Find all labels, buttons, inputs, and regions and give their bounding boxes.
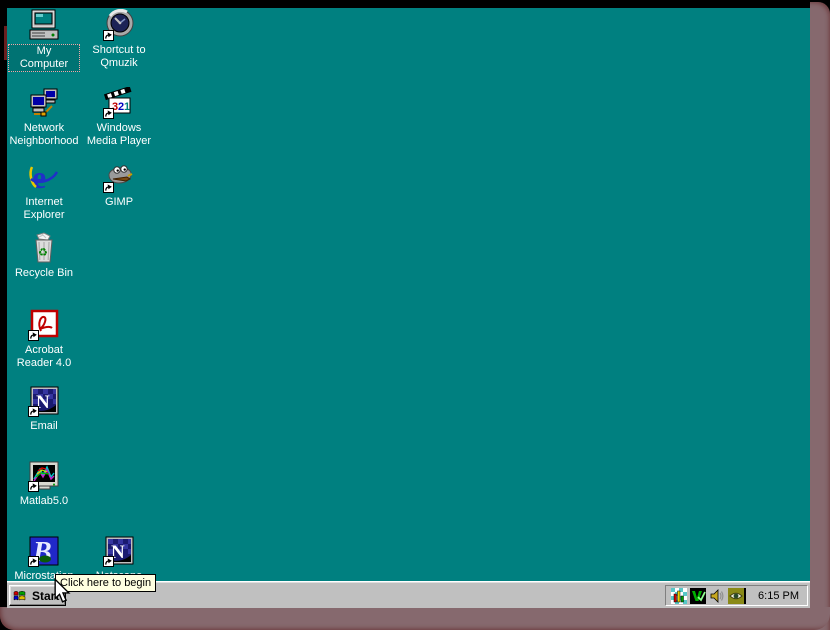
monitor-bezel-bottom [0, 607, 830, 630]
network-neighborhood-icon [28, 87, 60, 119]
desktop-icon-recycle-bin[interactable]: ♻ Recycle Bin [8, 232, 80, 280]
windows-flag-icon [13, 589, 29, 603]
shortcut-arrow-icon [28, 330, 39, 341]
internet-explorer-e-icon: e [28, 161, 60, 193]
system-tray: 6:15 PM [665, 585, 808, 606]
display-quickres-icon[interactable] [671, 588, 687, 604]
screen: My Computer Shortcut to Qmuzik [7, 8, 810, 608]
eye-monitor-icon[interactable] [728, 588, 746, 604]
qmuzik-clock-icon [103, 9, 135, 41]
desktop-icon-qmuzik[interactable]: Shortcut to Qmuzik [83, 9, 155, 70]
shortcut-arrow-icon [28, 406, 39, 417]
shortcut-arrow-icon [28, 481, 39, 492]
virus-shield-icon[interactable] [690, 588, 706, 604]
desktop-icon-label: Acrobat Reader 4.0 [15, 344, 73, 370]
desktop-icon-windows-media-player[interactable]: 3 2 1 Windows Media Player [83, 87, 155, 148]
matlab-peaks-icon [28, 460, 60, 492]
desktop-icon-label: Internet Explorer [22, 196, 67, 222]
monitor-bezel-right [810, 2, 830, 630]
gimp-wilber-icon [103, 161, 135, 193]
start-tooltip: Click here to begin [55, 574, 156, 592]
desktop-icon-label: Windows Media Player [85, 122, 153, 148]
my-computer-icon [28, 9, 60, 41]
desktop-icon-label: Network Neighborhood [7, 122, 80, 148]
shortcut-arrow-icon [103, 182, 114, 193]
svg-text:♻: ♻ [38, 247, 48, 259]
desktop-icon-gimp[interactable]: GIMP [83, 161, 155, 209]
desktop-icon-label: My Computer [8, 44, 80, 72]
desktop-icon-acrobat-reader[interactable]: Acrobat Reader 4.0 [8, 309, 80, 370]
svg-text:1: 1 [124, 101, 130, 113]
shortcut-arrow-icon [103, 30, 114, 41]
desktop-icon-label: GIMP [103, 196, 135, 209]
shortcut-arrow-icon [103, 108, 114, 119]
desktop-icon-network-neighborhood[interactable]: Network Neighborhood [8, 87, 80, 148]
desktop-icon-internet-explorer[interactable]: e Internet Explorer [8, 161, 80, 222]
netscape-n-icon: N [103, 535, 135, 567]
recycle-bin-icon: ♻ [28, 232, 60, 264]
desktop-icon-my-computer[interactable]: My Computer [8, 9, 80, 72]
microstation-b-icon: B [28, 535, 60, 567]
tray-clock[interactable]: 6:15 PM [758, 590, 799, 602]
desktop-icon-email[interactable]: N Email [8, 385, 80, 433]
media-player-clapperboard-icon: 3 2 1 [103, 87, 135, 119]
desktop-icon-label: Email [28, 420, 60, 433]
desktop-icon-label: Shortcut to Qmuzik [90, 44, 147, 70]
acrobat-reader-icon [28, 309, 60, 341]
netscape-n-icon: N [28, 385, 60, 417]
desktop-icon-label: Matlab5.0 [18, 495, 70, 508]
shortcut-arrow-icon [103, 556, 114, 567]
desktop[interactable]: My Computer Shortcut to Qmuzik [7, 8, 810, 581]
volume-speaker-icon[interactable] [709, 588, 725, 604]
shortcut-arrow-icon [28, 556, 39, 567]
desktop-icon-label: Recycle Bin [13, 267, 75, 280]
svg-text:e: e [32, 161, 46, 193]
desktop-icon-matlab[interactable]: Matlab5.0 [8, 460, 80, 508]
